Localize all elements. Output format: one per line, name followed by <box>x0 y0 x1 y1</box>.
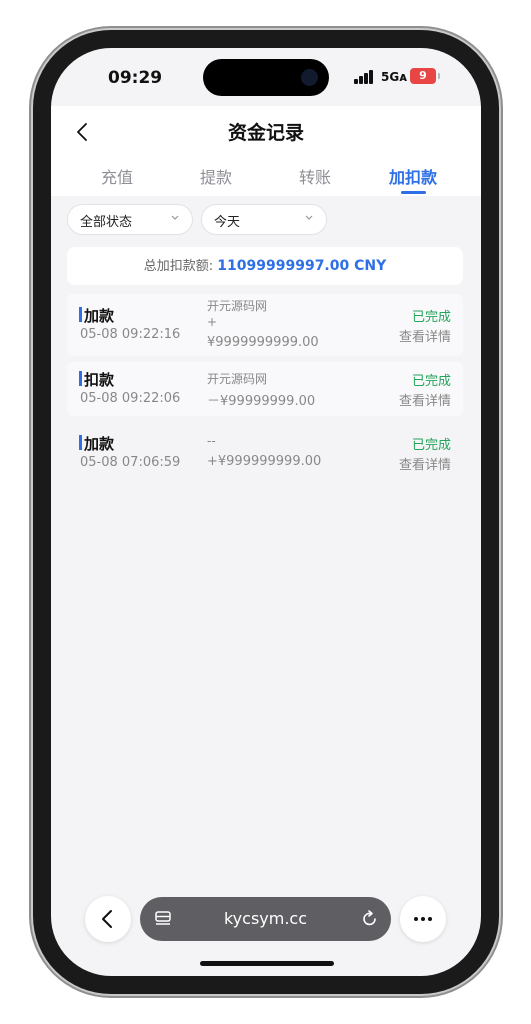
tab-withdraw[interactable]: 提款 <box>200 164 232 188</box>
total-amount: 11099999997.00 CNY <box>217 258 387 274</box>
record-source: -- <box>207 434 216 448</box>
record-amount: +¥999999999.00 <box>207 454 322 469</box>
record-status: 已完成 <box>411 374 451 389</box>
status-bar: 09:29 5Gᴀ 9 <box>51 48 481 106</box>
status-time: 09:29 <box>108 68 163 88</box>
address-bar[interactable]: kycsym.cc <box>140 897 391 941</box>
home-indicator[interactable] <box>200 961 334 966</box>
network-type: 5Gᴀ <box>381 70 408 84</box>
browser-toolbar: kycsym.cc <box>51 886 481 946</box>
chevron-down-icon <box>305 215 313 220</box>
battery-tip <box>438 73 440 79</box>
record-type: 扣款 <box>84 371 115 389</box>
record-marker <box>79 307 82 322</box>
record-amount: －¥99999999.00 <box>207 394 316 409</box>
record-type: 加款 <box>84 307 115 325</box>
view-details-link[interactable]: 查看详情 <box>399 390 451 409</box>
page-header: 资金记录 充值 提款 转账 加扣款 <box>51 106 481 196</box>
dynamic-island <box>203 59 329 96</box>
reload-icon[interactable] <box>361 909 379 929</box>
record-row[interactable]: 加款 05-08 07:06:59 -- +¥999999999.00 已完成 … <box>67 426 463 480</box>
chevron-left-icon <box>102 910 112 928</box>
record-source: 开元源码网 <box>207 372 268 386</box>
record-amount: ¥9999999999.00 <box>207 335 319 350</box>
total-label: 总加扣款额: <box>143 259 214 274</box>
signal-icon <box>354 70 376 84</box>
phone-screen: 09:29 5Gᴀ 9 资金记录 充值 提款 转账 加扣款 全部状态 今天 总加… <box>51 48 481 976</box>
date-filter-value: 今天 <box>214 215 241 230</box>
view-details-link[interactable]: 查看详情 <box>399 326 451 345</box>
record-datetime: 05-08 07:06:59 <box>80 455 181 470</box>
camera-icon <box>301 69 318 86</box>
record-datetime: 05-08 09:22:06 <box>80 391 181 406</box>
total-summary: 总加扣款额: 11099999997.00 CNY <box>67 247 463 285</box>
browser-back-button[interactable] <box>85 896 131 942</box>
more-options-button[interactable] <box>400 896 446 942</box>
record-row[interactable]: 加款 05-08 09:22:16 开元源码网 + ¥9999999999.00… <box>67 294 463 356</box>
record-row[interactable]: 扣款 05-08 09:22:06 开元源码网 －¥99999999.00 已完… <box>67 362 463 416</box>
date-filter-select[interactable]: 今天 <box>201 204 327 235</box>
page-title: 资金记录 <box>227 122 304 144</box>
record-type: 加款 <box>84 435 115 453</box>
tab-transfer[interactable]: 转账 <box>299 164 331 188</box>
record-status: 已完成 <box>411 438 451 453</box>
record-status: 已完成 <box>411 310 451 325</box>
tab-adjustment[interactable]: 加扣款 <box>389 164 437 188</box>
tab-recharge[interactable]: 充值 <box>101 164 133 188</box>
record-sign: + <box>207 315 218 329</box>
chevron-down-icon <box>171 215 179 220</box>
more-dots-icon <box>414 917 432 921</box>
status-filter-value: 全部状态 <box>80 215 133 230</box>
record-source: 开元源码网 <box>207 299 268 313</box>
active-tab-indicator <box>401 191 426 194</box>
record-datetime: 05-08 09:22:16 <box>80 327 181 342</box>
record-marker <box>79 435 82 450</box>
status-filter-select[interactable]: 全部状态 <box>67 204 193 235</box>
battery-icon: 9 <box>410 68 436 84</box>
record-marker <box>79 371 82 386</box>
view-details-link[interactable]: 查看详情 <box>399 454 451 473</box>
url-text: kycsym.cc <box>223 909 308 928</box>
